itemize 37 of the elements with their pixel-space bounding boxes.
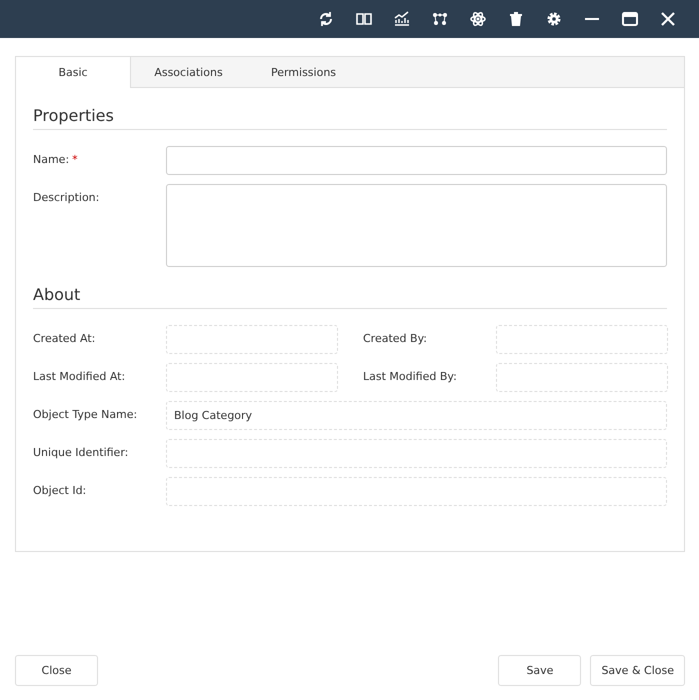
- tab[interactable]: Permissions: [246, 57, 361, 87]
- field-label: Object Id:: [33, 484, 86, 497]
- trash-icon: [508, 11, 524, 27]
- text-field[interactable]: [166, 439, 667, 468]
- chart-icon: [394, 11, 410, 27]
- text-field[interactable]: [496, 325, 668, 354]
- field-label: Object Type Name:: [33, 408, 138, 421]
- text-field[interactable]: [166, 477, 667, 506]
- field-label: Created By:: [363, 331, 428, 345]
- close-icon: [660, 11, 676, 27]
- refresh-icon: [318, 11, 334, 27]
- book-icon: [356, 11, 372, 27]
- tab[interactable]: Basic: [16, 57, 131, 88]
- section-heading: About: [33, 285, 667, 309]
- text-field[interactable]: Blog Category: [166, 401, 667, 430]
- description-field[interactable]: [166, 184, 667, 267]
- field-label: Created At:: [33, 332, 96, 345]
- field-label: Description:: [33, 191, 100, 204]
- save-close-button[interactable]: Save & Close: [590, 655, 685, 686]
- text-field[interactable]: [496, 363, 668, 392]
- close-button[interactable]: Close: [15, 655, 98, 686]
- save-button[interactable]: Save: [498, 655, 582, 686]
- field-label: Name:: [33, 153, 70, 166]
- text-field[interactable]: [166, 363, 338, 392]
- text-field[interactable]: [166, 325, 338, 354]
- nodes-icon: [432, 11, 448, 27]
- field-label: Unique Identifier:: [33, 446, 128, 459]
- section-heading: Properties: [33, 106, 667, 130]
- text-field[interactable]: [166, 146, 667, 175]
- field-label: Last Modified At:: [33, 370, 126, 383]
- field-label: Last Modified By:: [363, 369, 458, 383]
- atom-icon: [470, 11, 486, 27]
- maximize-icon: [622, 11, 638, 27]
- tab[interactable]: Associations: [131, 57, 246, 87]
- settings-icon: [546, 11, 562, 27]
- minimize-icon: [584, 18, 600, 20]
- required-mark: *: [72, 153, 78, 166]
